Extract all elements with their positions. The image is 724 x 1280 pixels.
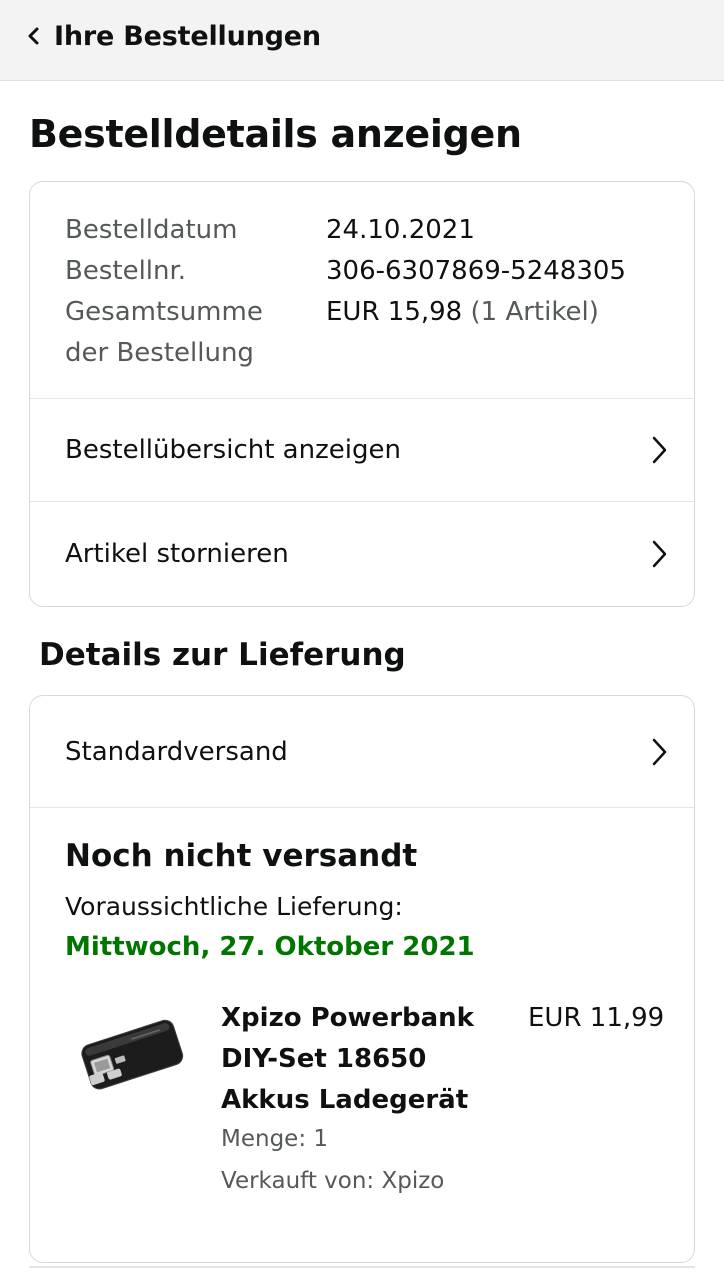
chevron-right-icon bbox=[650, 737, 668, 767]
powerbank-image[interactable] bbox=[76, 1004, 186, 1104]
top-bar: Ihre Bestellungen bbox=[0, 0, 724, 81]
chevron-right-icon bbox=[650, 539, 668, 569]
order-summary-card: Bestelldatum 24.10.2021 Bestellnr. 306-6… bbox=[29, 181, 695, 607]
order-total-value: EUR 15,98 (1 Artikel) bbox=[326, 292, 599, 333]
shipment-status: Noch nicht versandt bbox=[65, 838, 418, 874]
product-title-link[interactable]: Xpizo Powerbank DIY-Set 18650 Akkus Lade… bbox=[221, 998, 491, 1121]
order-number-value: 306-6307869-5248305 bbox=[326, 256, 626, 286]
delivery-card: Standardversand Noch nicht versandt Vora… bbox=[29, 695, 695, 1263]
product-name-line2: DIY-Set 18650 bbox=[221, 1044, 427, 1074]
order-total-amount: EUR 15,98 bbox=[326, 297, 463, 327]
shipping-method-row[interactable]: Standardversand bbox=[30, 696, 694, 808]
expected-delivery-date: Mittwoch, 27. Oktober 2021 bbox=[65, 932, 475, 962]
chevron-right-icon bbox=[650, 435, 668, 465]
divider bbox=[29, 1266, 695, 1268]
expected-delivery-label: Voraussichtliche Lieferung: bbox=[65, 892, 403, 921]
order-date-value: 24.10.2021 bbox=[326, 215, 475, 245]
back-label: Ihre Bestellungen bbox=[54, 20, 321, 52]
view-order-summary-label: Bestellübersicht anzeigen bbox=[65, 435, 401, 465]
product-price: EUR 11,99 bbox=[528, 1003, 665, 1033]
chevron-left-icon bbox=[26, 26, 40, 46]
product-name-line1: Xpizo Powerbank bbox=[221, 1003, 474, 1033]
order-total-label: Gesamtsumme bbox=[65, 297, 263, 327]
order-date-label: Bestelldatum bbox=[65, 215, 238, 245]
page-title: Bestelldetails anzeigen bbox=[29, 112, 522, 156]
product-seller: Verkauft von: Xpizo bbox=[221, 1168, 445, 1194]
order-info: Bestelldatum 24.10.2021 Bestellnr. 306-6… bbox=[30, 182, 694, 399]
cancel-items-label: Artikel stornieren bbox=[65, 539, 289, 569]
cancel-items-row[interactable]: Artikel stornieren bbox=[30, 502, 694, 606]
view-order-summary-row[interactable]: Bestellübersicht anzeigen bbox=[30, 399, 694, 502]
shipping-method-label: Standardversand bbox=[65, 736, 288, 767]
back-to-orders-button[interactable]: Ihre Bestellungen bbox=[26, 16, 321, 56]
product-name-line3: Akkus Ladegerät bbox=[221, 1085, 469, 1115]
order-number-label: Bestellnr. bbox=[65, 256, 187, 286]
delivery-section-title: Details zur Lieferung bbox=[39, 637, 406, 673]
order-total-label-line2: der Bestellung bbox=[65, 338, 254, 368]
product-quantity: Menge: 1 bbox=[221, 1126, 329, 1152]
order-item-count: (1 Artikel) bbox=[470, 297, 599, 327]
